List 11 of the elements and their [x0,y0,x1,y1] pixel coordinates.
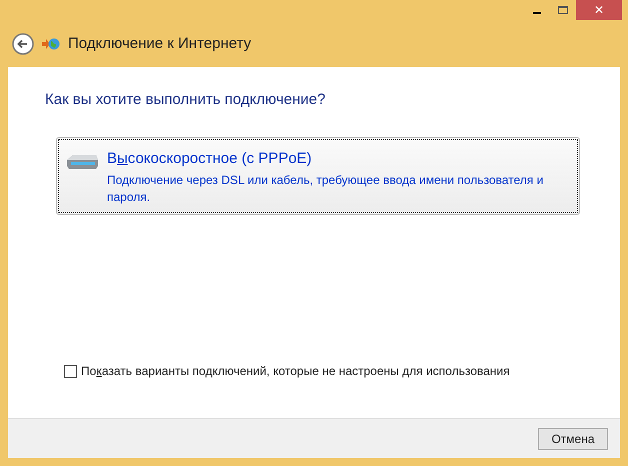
globe-icon [42,36,60,52]
close-button[interactable]: ✕ [576,0,622,20]
checkbox[interactable] [64,364,77,378]
window-title: Подключение к Интернету [68,34,252,54]
page-heading: Как вы хотите выполнить подключение? [45,90,326,110]
checkbox-label: Показать варианты подключений, которые не настроены для использования [81,363,510,380]
option-description: Подключение через DSL или кабель, требующее ввода имени пользователя и пароля. [107,172,544,206]
connection-option[interactable]: Высокоскоростное (с PPPoE) Подключение через DSL или кабель, требующее ввода имени пользователя и пароля. [56,136,580,215]
cancel-button[interactable]: Отмена [538,428,608,450]
back-icon[interactable] [12,33,34,55]
option-title: Высокоскоростное (с PPPoE) [107,148,313,168]
